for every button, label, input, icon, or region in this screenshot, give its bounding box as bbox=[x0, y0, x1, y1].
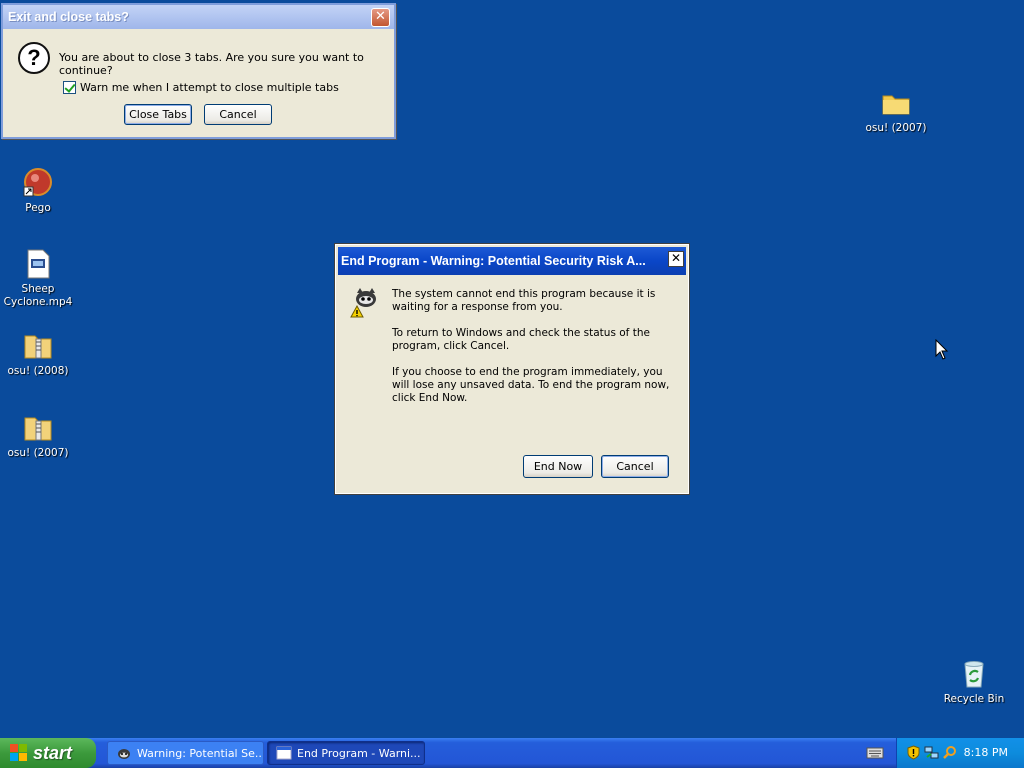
end-program-dialog: End Program - Warning: Potential Securit… bbox=[334, 243, 690, 495]
end-program-message: The system cannot end this program becau… bbox=[392, 288, 677, 418]
warn-multiple-tabs-label: Warn me when I attempt to close multiple… bbox=[80, 81, 339, 94]
warn-multiple-tabs-checkbox[interactable] bbox=[63, 81, 76, 94]
close-tabs-title: Exit and close tabs? bbox=[8, 10, 129, 24]
video-file-icon bbox=[22, 248, 54, 280]
zip-folder-icon bbox=[22, 330, 54, 362]
pego-app-icon bbox=[22, 167, 54, 199]
desktop-icon-label: osu! (2008) bbox=[7, 365, 69, 377]
start-label: start bbox=[33, 742, 73, 763]
system-tray: 8:18 PM bbox=[896, 738, 1024, 768]
desktop-icon-sheep-cyclone[interactable]: Sheep Cyclone.mp4 bbox=[0, 248, 76, 309]
desktop-icon-recycle-bin[interactable]: Recycle Bin bbox=[936, 658, 1012, 706]
taskbar: start Warning: Potential Se... End Progr… bbox=[0, 738, 1024, 768]
desktop-icon-pego[interactable]: Pego bbox=[0, 167, 76, 215]
zip-folder-icon bbox=[22, 412, 54, 444]
close-tabs-message: You are about to close 3 tabs. Are you s… bbox=[59, 51, 364, 77]
recycle-bin-icon bbox=[958, 658, 990, 690]
end-program-paragraph-2: To return to Windows and check the statu… bbox=[392, 327, 650, 352]
clock[interactable]: 8:18 PM bbox=[964, 746, 1008, 759]
window-icon bbox=[276, 745, 292, 761]
desktop-icon-label: Sheep Cyclone.mp4 bbox=[3, 283, 73, 308]
end-program-cancel-button[interactable]: Cancel bbox=[601, 455, 669, 478]
security-shield-icon[interactable] bbox=[906, 745, 921, 760]
taskbar-item-label: Warning: Potential Se... bbox=[137, 746, 264, 760]
end-program-titlebar[interactable]: End Program - Warning: Potential Securit… bbox=[338, 247, 686, 275]
end-now-button[interactable]: End Now bbox=[523, 455, 593, 478]
windows-logo-icon bbox=[10, 744, 28, 762]
end-program-title: End Program - Warning: Potential Securit… bbox=[341, 254, 646, 268]
desktop-icon-label: osu! (2007) bbox=[7, 447, 69, 459]
taskbar-item-end-program[interactable]: End Program - Warni... bbox=[267, 741, 425, 765]
end-program-paragraph-1: The system cannot end this program becau… bbox=[392, 288, 656, 313]
taskbar-item-warning[interactable]: Warning: Potential Se... bbox=[107, 741, 264, 765]
raccoon-app-icon bbox=[116, 745, 132, 761]
desktop-icon-osu-2008-zip[interactable]: osu! (2008) bbox=[0, 330, 76, 378]
close-tabs-cancel-button[interactable]: Cancel bbox=[204, 104, 272, 125]
folder-icon bbox=[880, 87, 912, 119]
close-tabs-titlebar[interactable]: Exit and close tabs? bbox=[3, 5, 394, 29]
close-tabs-close-button[interactable]: ✕ bbox=[371, 8, 390, 27]
end-program-paragraph-3: If you choose to end the program immedia… bbox=[392, 366, 670, 404]
desktop-icon-label: Recycle Bin bbox=[943, 693, 1005, 705]
warning-program-icon bbox=[346, 285, 380, 319]
desktop-icon-osu-2007-folder[interactable]: osu! (2007) bbox=[858, 87, 934, 135]
mouse-cursor-icon bbox=[935, 339, 949, 360]
start-button[interactable]: start bbox=[0, 738, 96, 768]
desktop-icon-osu-2007-zip[interactable]: osu! (2007) bbox=[0, 412, 76, 460]
close-tabs-dialog: Exit and close tabs? ✕ ? You are about t… bbox=[1, 3, 396, 139]
end-program-close-button[interactable]: ✕ bbox=[668, 251, 684, 267]
desktop-icon-label: osu! (2007) bbox=[865, 122, 927, 134]
question-icon: ? bbox=[18, 42, 50, 74]
search-icon[interactable] bbox=[942, 745, 957, 760]
taskbar-item-label: End Program - Warni... bbox=[297, 746, 421, 760]
network-icon[interactable] bbox=[924, 745, 939, 760]
warn-multiple-tabs-row[interactable]: Warn me when I attempt to close multiple… bbox=[63, 81, 339, 94]
keyboard-icon[interactable] bbox=[866, 746, 884, 760]
close-tabs-button[interactable]: Close Tabs bbox=[124, 104, 192, 125]
desktop-icon-label: Pego bbox=[25, 202, 51, 214]
